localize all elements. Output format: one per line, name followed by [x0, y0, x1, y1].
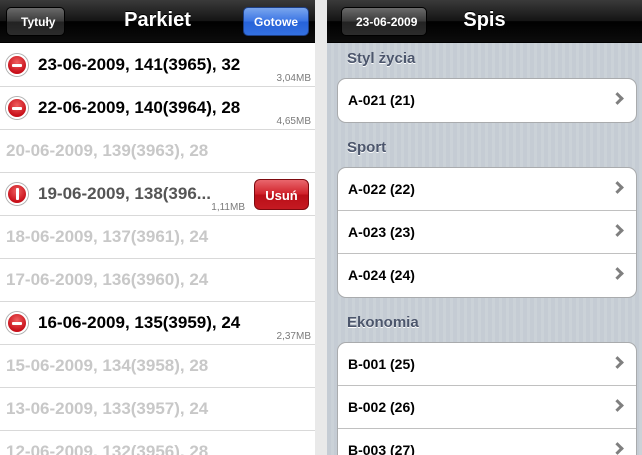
chevron-right-icon: [611, 399, 624, 412]
left-screen: Tytuły Parkiet Gotowe 23-06-2009, 141(39…: [0, 0, 315, 455]
issue-list: 23-06-2009, 141(3965), 32 3,04MB 22-06-200…: [0, 44, 315, 455]
section-header: Styl życia: [347, 50, 416, 67]
list-item-label: 17-06-2009, 136(3960), 24: [6, 270, 209, 289]
chevron-right-icon: [611, 267, 624, 280]
file-size: 1,11MB: [211, 202, 245, 213]
chevron-right-icon: [611, 92, 624, 105]
list-item-label: B-002 (26): [348, 399, 415, 415]
list-item-label: 22-06-2009, 140(3964), 28: [38, 98, 241, 117]
left-navbar: Tytuły Parkiet Gotowe: [0, 0, 315, 43]
list-item[interactable]: 20-06-2009, 139(3963), 28: [0, 130, 315, 173]
list-item[interactable]: B-003 (27): [338, 429, 636, 455]
list-item-label: B-001 (25): [348, 356, 415, 372]
list-item-label: A-023 (23): [348, 224, 415, 240]
list-item-label: A-021 (21): [348, 92, 415, 108]
list-item[interactable]: 17-06-2009, 136(3960), 24: [0, 259, 315, 302]
delete-icon[interactable]: [6, 97, 28, 119]
file-size: 3,04MB: [276, 73, 311, 84]
list-item-label: 18-06-2009, 137(3961), 24: [6, 227, 209, 246]
list-item[interactable]: 19-06-2009, 138(396... 1,11MB Usuń: [0, 173, 315, 216]
chevron-right-icon: [611, 356, 624, 369]
list-item[interactable]: A-021 (21): [338, 79, 636, 122]
file-size: 2,37MB: [276, 331, 311, 342]
list-item-label: 20-06-2009, 139(3963), 28: [6, 141, 209, 160]
list-item-label: B-003 (27): [348, 442, 415, 455]
list-item-label: 12-06-2009, 132(3956), 28: [6, 442, 209, 455]
list-item-label: 23-06-2009, 141(3965), 32: [38, 55, 241, 74]
delete-icon[interactable]: [6, 54, 28, 76]
list-item[interactable]: 23-06-2009, 141(3965), 32 3,04MB: [0, 44, 315, 87]
list-item[interactable]: 16-06-2009, 135(3959), 24 2,37MB: [0, 302, 315, 345]
chevron-right-icon: [611, 442, 624, 455]
list-item-label: 16-06-2009, 135(3959), 24: [38, 313, 241, 332]
list-item[interactable]: 15-06-2009, 134(3958), 28: [0, 345, 315, 388]
list-item[interactable]: 18-06-2009, 137(3961), 24: [0, 216, 315, 259]
list-item-label: 15-06-2009, 134(3958), 28: [6, 356, 209, 375]
right-navbar: 23-06-2009 Spis: [327, 0, 642, 43]
list-item[interactable]: 13-06-2009, 133(3957), 24: [0, 388, 315, 431]
list-item-label: 13-06-2009, 133(3957), 24: [6, 399, 209, 418]
delete-icon[interactable]: [6, 312, 28, 334]
right-screen: 23-06-2009 Spis Styl życia A-021 (21) Spor…: [327, 0, 642, 455]
delete-confirm-icon[interactable]: [6, 183, 28, 205]
list-item[interactable]: B-001 (25): [338, 343, 636, 386]
list-item-label: A-022 (22): [348, 181, 415, 197]
section-header: Ekonomia: [347, 314, 419, 331]
grouped-list: B-001 (25) B-002 (26) B-003 (27): [337, 342, 637, 455]
chevron-right-icon: [611, 181, 624, 194]
chevron-right-icon: [611, 224, 624, 237]
screen-divider: [315, 0, 327, 455]
page-title: Spis: [463, 9, 506, 31]
section-header: Sport: [347, 139, 387, 156]
list-item[interactable]: A-023 (23): [338, 211, 636, 254]
list-item[interactable]: A-024 (24): [338, 254, 636, 297]
list-item[interactable]: 12-06-2009, 132(3956), 28: [0, 431, 315, 455]
grouped-list: A-022 (22) A-023 (23) A-024 (24): [337, 167, 637, 298]
list-item-label: 19-06-2009, 138(396...: [38, 184, 211, 203]
list-item-label: A-024 (24): [348, 267, 415, 283]
delete-button[interactable]: Usuń: [254, 179, 309, 210]
grouped-list: A-021 (21): [337, 78, 637, 123]
file-size: 4,65MB: [276, 116, 311, 127]
done-button[interactable]: Gotowe: [243, 7, 309, 36]
list-item[interactable]: 22-06-2009, 140(3964), 28 4,65MB: [0, 87, 315, 130]
list-item[interactable]: A-022 (22): [338, 168, 636, 211]
list-item[interactable]: B-002 (26): [338, 386, 636, 429]
